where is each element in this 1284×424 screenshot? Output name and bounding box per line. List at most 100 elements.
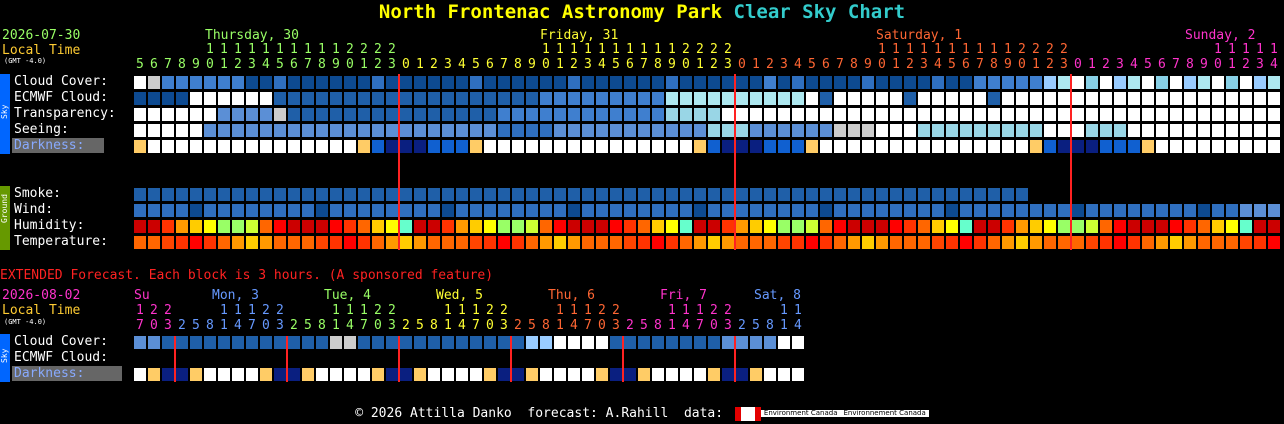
seeing-cell[interactable] [820,124,832,137]
cloud-cover-cell[interactable] [680,76,692,89]
transparency-cell[interactable] [204,108,216,121]
ecmwf-cloud-cell[interactable] [1072,92,1084,105]
transparency-cell[interactable] [316,108,328,121]
smoke-cell[interactable] [722,188,734,201]
wind-cell[interactable] [1044,204,1056,217]
transparency-cell[interactable] [400,108,412,121]
smoke-cell[interactable] [960,188,972,201]
darkness-cell[interactable] [288,140,300,153]
seeing-cell[interactable] [708,124,720,137]
smoke-cell[interactable] [470,188,482,201]
cloud-cover-cell[interactable] [638,76,650,89]
cloud-cover-cell[interactable] [806,76,818,89]
humidity-cell[interactable] [400,220,412,233]
ecmwf-cloud-cell[interactable] [1142,92,1154,105]
temperature-cell[interactable] [204,236,216,249]
seeing-cell[interactable] [946,124,958,137]
cloud-cover-cell[interactable] [1156,76,1168,89]
ext-cloud-cover-cell[interactable] [302,336,314,349]
ext-cloud-cover-cell[interactable] [638,336,650,349]
cloud-cover-cell[interactable] [1114,76,1126,89]
seeing-cell[interactable] [190,124,202,137]
ecmwf-cloud-cell[interactable] [778,92,790,105]
ecmwf-cloud-cell[interactable] [484,92,496,105]
ext-darkness-cell[interactable] [624,368,636,381]
temperature-cell[interactable] [1198,236,1210,249]
ecmwf-cloud-cell[interactable] [1058,92,1070,105]
cloud-cover-cell[interactable] [456,76,468,89]
temperature-cell[interactable] [764,236,776,249]
seeing-cell[interactable] [806,124,818,137]
seeing-cell[interactable] [792,124,804,137]
transparency-cell[interactable] [232,108,244,121]
transparency-cell[interactable] [694,108,706,121]
transparency-cell[interactable] [1198,108,1210,121]
transparency-cell[interactable] [568,108,580,121]
humidity-cell[interactable] [960,220,972,233]
ext-cloud-cover-cell[interactable] [582,336,594,349]
ecmwf-cloud-cell[interactable] [148,92,160,105]
smoke-cell[interactable] [344,188,356,201]
ecmwf-cloud-cell[interactable] [1114,92,1126,105]
darkness-cell[interactable] [1128,140,1140,153]
ext-ecmwf-cloud-cell[interactable] [414,352,426,365]
temperature-cell[interactable] [960,236,972,249]
wind-cell[interactable] [204,204,216,217]
smoke-cell[interactable] [890,188,902,201]
smoke-cell[interactable] [386,188,398,201]
ecmwf-cloud-cell[interactable] [330,92,342,105]
darkness-cell[interactable] [526,140,538,153]
cloud-cover-cell[interactable] [736,76,748,89]
ext-cloud-cover-cell[interactable] [218,336,230,349]
smoke-cell[interactable] [568,188,580,201]
humidity-cell[interactable] [1156,220,1168,233]
humidity-cell[interactable] [736,220,748,233]
seeing-cell[interactable] [932,124,944,137]
wind-cell[interactable] [876,204,888,217]
wind-cell[interactable] [890,204,902,217]
ext-darkness-cell[interactable] [246,368,258,381]
ext-ecmwf-cloud-cell[interactable] [400,352,412,365]
ecmwf-cloud-cell[interactable] [358,92,370,105]
ecmwf-cloud-cell[interactable] [428,92,440,105]
temperature-cell[interactable] [414,236,426,249]
ext-cloud-cover-cell[interactable] [764,336,776,349]
darkness-cell[interactable] [638,140,650,153]
ext-cloud-cover-cell[interactable] [204,336,216,349]
smoke-cell[interactable] [596,188,608,201]
transparency-cell[interactable] [946,108,958,121]
ext-ecmwf-cloud-cell[interactable] [218,352,230,365]
darkness-cell[interactable] [260,140,272,153]
smoke-cell[interactable] [288,188,300,201]
transparency-cell[interactable] [1072,108,1084,121]
temperature-cell[interactable] [596,236,608,249]
darkness-cell[interactable] [792,140,804,153]
ext-darkness-cell[interactable] [358,368,370,381]
ext-ecmwf-cloud-cell[interactable] [204,352,216,365]
seeing-cell[interactable] [722,124,734,137]
ext-darkness-cell[interactable] [330,368,342,381]
ecmwf-cloud-cell[interactable] [1086,92,1098,105]
cloud-cover-cell[interactable] [1254,76,1266,89]
ecmwf-cloud-cell[interactable] [204,92,216,105]
darkness-cell[interactable] [498,140,510,153]
transparency-cell[interactable] [988,108,1000,121]
smoke-cell[interactable] [176,188,188,201]
cloud-cover-cell[interactable] [260,76,272,89]
ext-cloud-cover-cell[interactable] [540,336,552,349]
seeing-cell[interactable] [428,124,440,137]
temperature-cell[interactable] [1142,236,1154,249]
seeing-cell[interactable] [1086,124,1098,137]
ext-darkness-cell[interactable] [316,368,328,381]
smoke-cell[interactable] [946,188,958,201]
wind-cell[interactable] [260,204,272,217]
darkness-cell[interactable] [442,140,454,153]
cloud-cover-cell[interactable] [946,76,958,89]
darkness-cell[interactable] [372,140,384,153]
ecmwf-cloud-cell[interactable] [190,92,202,105]
wind-cell[interactable] [1240,204,1252,217]
wind-cell[interactable] [988,204,1000,217]
temperature-cell[interactable] [1002,236,1014,249]
transparency-cell[interactable] [876,108,888,121]
humidity-cell[interactable] [890,220,902,233]
